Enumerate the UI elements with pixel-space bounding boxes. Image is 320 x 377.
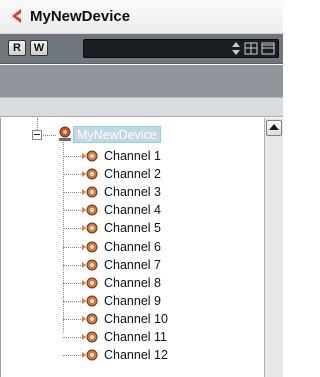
channel-node-icon	[82, 168, 98, 180]
toolbar-field	[83, 39, 279, 58]
tree-connector	[63, 142, 64, 333]
channel-node-icon	[82, 241, 98, 253]
tree-connector	[63, 337, 81, 338]
channel-node-icon	[82, 222, 98, 234]
tree-connector	[63, 228, 81, 229]
tree-connector	[63, 247, 81, 248]
channel-node-label[interactable]: Channel 12	[104, 348, 168, 363]
read-button[interactable]: R	[8, 40, 26, 56]
tree-connector	[63, 210, 81, 211]
tree-connector	[63, 156, 81, 157]
tree-connector	[63, 355, 81, 356]
back-arrow-icon[interactable]	[10, 8, 24, 24]
window-title: MyNewDevice	[30, 8, 131, 25]
channel-node-label[interactable]: Channel 1	[104, 149, 161, 164]
channel-node-label[interactable]: Channel 5	[104, 221, 161, 236]
channel-node-label[interactable]: Channel 7	[104, 258, 161, 273]
title-bar: MyNewDevice	[0, 0, 283, 34]
tree-connector	[63, 174, 81, 175]
header-band	[0, 65, 283, 97]
add-node-icon[interactable]	[244, 42, 258, 55]
tree-connector	[63, 265, 81, 266]
channel-node-icon	[82, 259, 98, 271]
write-button[interactable]: W	[30, 40, 48, 56]
channel-node-label[interactable]: Channel 11	[104, 330, 167, 345]
tree-connector	[37, 118, 38, 130]
device-node-label[interactable]: MyNewDevice	[73, 126, 161, 143]
device-node-icon	[59, 126, 71, 141]
channel-node-label[interactable]: Channel 2	[104, 167, 161, 182]
channel-node-label[interactable]: Channel 8	[104, 276, 161, 291]
channel-node-label[interactable]: Channel 10	[104, 312, 168, 327]
up-down-stepper-icon[interactable]	[232, 42, 240, 55]
channel-node-icon	[82, 313, 98, 325]
tree-connector	[63, 301, 81, 302]
vertical-scrollbar[interactable]	[264, 118, 283, 377]
channel-node-label[interactable]: Channel 3	[104, 185, 161, 200]
toolbar: R W	[0, 34, 283, 64]
scroll-up-button[interactable]	[266, 120, 282, 136]
tree-connector	[43, 135, 56, 136]
collapse-toggle[interactable]	[32, 130, 42, 140]
tree-connector	[63, 319, 81, 320]
channel-node-label[interactable]: Channel 6	[104, 240, 161, 255]
column-header-band	[0, 97, 283, 117]
channel-node-icon	[82, 331, 98, 343]
channel-node-icon	[82, 150, 98, 162]
tree-connector	[63, 283, 81, 284]
channel-node-label[interactable]: Channel 9	[104, 294, 161, 309]
channel-node-label[interactable]: Channel 4	[104, 203, 161, 218]
scroll-up-arrow-icon	[269, 124, 279, 130]
channel-node-icon	[82, 204, 98, 216]
channel-node-icon	[82, 295, 98, 307]
tree-connector	[63, 192, 81, 193]
remove-node-icon[interactable]	[261, 42, 275, 55]
channel-node-icon	[82, 277, 98, 289]
channel-node-icon	[82, 349, 98, 361]
channel-node-icon	[82, 186, 98, 198]
